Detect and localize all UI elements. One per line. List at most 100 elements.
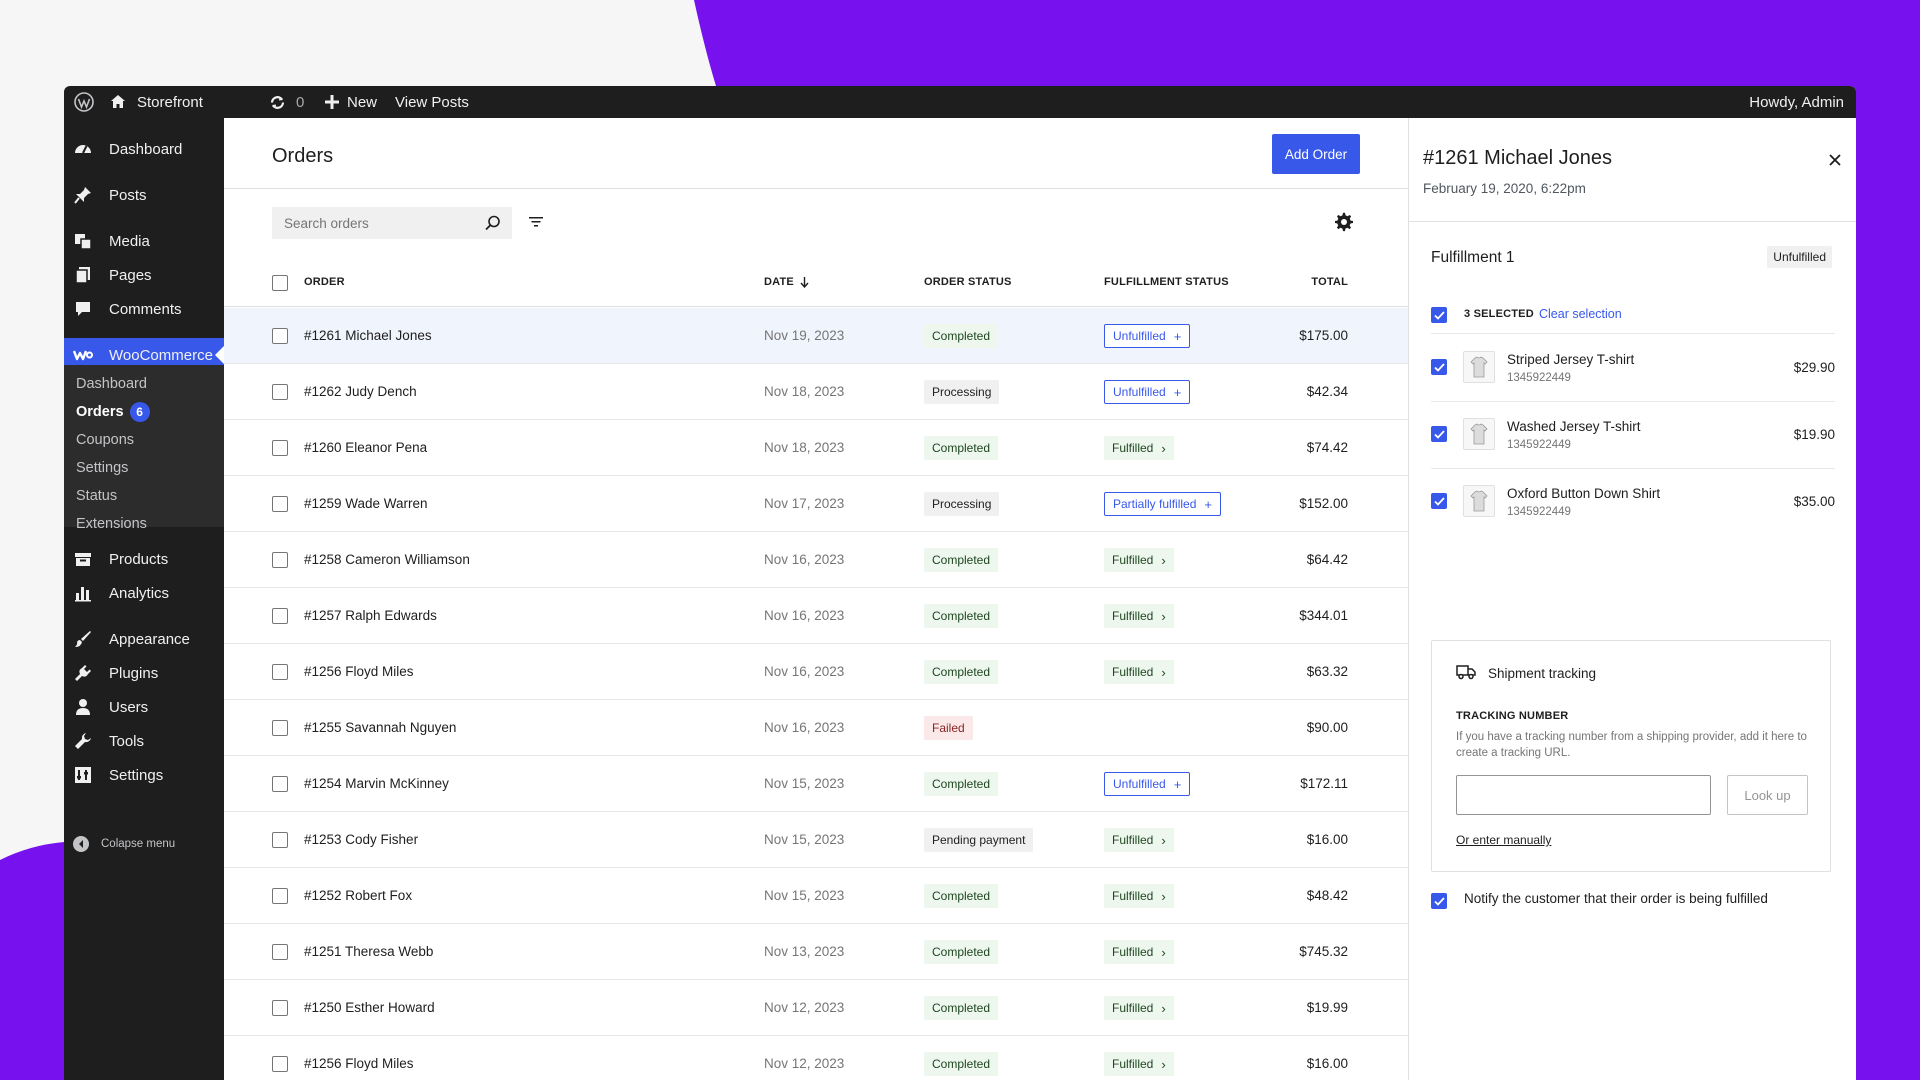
order-name[interactable]: #1262 Judy Dench bbox=[304, 384, 417, 399]
fulfillment-status-button[interactable]: Fulfilled › bbox=[1104, 604, 1174, 628]
order-name[interactable]: #1255 Savannah Nguyen bbox=[304, 720, 456, 735]
submenu-settings[interactable]: Settings bbox=[76, 457, 128, 479]
menu-plugins[interactable]: Plugins bbox=[64, 656, 224, 690]
fulfillment-status-button[interactable]: Fulfilled › bbox=[1104, 548, 1174, 572]
submenu-dashboard[interactable]: Dashboard bbox=[76, 373, 147, 395]
menu-products[interactable]: Products bbox=[64, 542, 224, 576]
row-checkbox[interactable] bbox=[272, 496, 288, 512]
col-fulfillment-status[interactable]: FULFILLMENT STATUS bbox=[1104, 276, 1229, 288]
table-row[interactable]: #1259 Wade Warren Nov 17, 2023 Processing P… bbox=[224, 476, 1408, 532]
fulfillment-status-button[interactable]: Fulfilled › bbox=[1104, 996, 1174, 1020]
row-checkbox[interactable] bbox=[272, 440, 288, 456]
submenu-status[interactable]: Status bbox=[76, 485, 117, 507]
filter-icon[interactable] bbox=[528, 214, 544, 230]
order-name[interactable]: #1260 Eleanor Pena bbox=[304, 440, 427, 455]
menu-analytics[interactable]: Analytics bbox=[64, 576, 224, 610]
fulfillment-status-button[interactable]: Partially fulfilled + bbox=[1104, 492, 1221, 516]
menu-posts[interactable]: Posts bbox=[64, 178, 224, 212]
fulfillment-status-button[interactable]: Fulfilled › bbox=[1104, 1052, 1174, 1076]
fulfillment-status-button[interactable]: Unfulfilled + bbox=[1104, 324, 1191, 348]
order-name[interactable]: #1253 Cody Fisher bbox=[304, 832, 418, 847]
table-row[interactable]: #1252 Robert Fox Nov 15, 2023 Completed Ful… bbox=[224, 868, 1408, 924]
fulfillment-status-button[interactable]: Fulfilled › bbox=[1104, 660, 1174, 684]
menu-pages[interactable]: Pages bbox=[64, 258, 224, 292]
row-checkbox[interactable] bbox=[272, 1056, 288, 1072]
menu-settings[interactable]: Settings bbox=[64, 758, 224, 792]
fulfillment-status-button[interactable]: Fulfilled › bbox=[1104, 940, 1174, 964]
fulfillment-status-button[interactable]: Fulfilled › bbox=[1104, 436, 1174, 460]
table-row[interactable]: #1258 Cameron Williamson Nov 16, 2023 Comp… bbox=[224, 532, 1408, 588]
account-menu[interactable]: Howdy, Admin bbox=[1749, 86, 1844, 118]
notify-customer-checkbox[interactable] bbox=[1431, 893, 1447, 909]
fulfillment-status-button[interactable]: Unfulfilled + bbox=[1104, 380, 1191, 404]
col-order[interactable]: ORDER bbox=[304, 276, 345, 288]
submenu-coupons[interactable]: Coupons bbox=[76, 429, 134, 451]
row-checkbox[interactable] bbox=[272, 664, 288, 680]
gear-icon[interactable] bbox=[1334, 212, 1354, 232]
wordpress-logo-icon[interactable] bbox=[74, 92, 94, 112]
site-link[interactable]: Storefront bbox=[109, 86, 203, 118]
table-row[interactable]: #1255 Savannah Nguyen Nov 16, 2023 Failed $… bbox=[224, 700, 1408, 756]
search-icon[interactable] bbox=[484, 214, 502, 232]
menu-users[interactable]: Users bbox=[64, 690, 224, 724]
order-name[interactable]: #1257 Ralph Edwards bbox=[304, 608, 437, 623]
order-name[interactable]: #1258 Cameron Williamson bbox=[304, 552, 470, 567]
col-date[interactable]: DATE bbox=[764, 276, 809, 288]
fulfillment-status-button[interactable]: Fulfilled › bbox=[1104, 828, 1174, 852]
new-content-link[interactable]: New bbox=[325, 86, 377, 118]
table-row[interactable]: #1251 Theresa Webb Nov 13, 2023 Completed F… bbox=[224, 924, 1408, 980]
clear-selection-link[interactable]: Clear selection bbox=[1539, 307, 1622, 321]
select-all-checkbox[interactable] bbox=[272, 275, 288, 291]
row-checkbox[interactable] bbox=[272, 944, 288, 960]
menu-comments[interactable]: Comments bbox=[64, 292, 224, 326]
order-name[interactable]: #1251 Theresa Webb bbox=[304, 944, 433, 959]
updates-link[interactable]: 0 bbox=[269, 86, 304, 118]
row-checkbox[interactable] bbox=[272, 832, 288, 848]
submenu-extensions[interactable]: Extensions bbox=[76, 513, 147, 535]
enter-manually-link[interactable]: Or enter manually bbox=[1456, 833, 1551, 847]
table-row[interactable]: #1262 Judy Dench Nov 18, 2023 Processing Un… bbox=[224, 364, 1408, 420]
select-all-items-checkbox[interactable] bbox=[1431, 307, 1447, 323]
view-posts-link[interactable]: View Posts bbox=[395, 86, 469, 118]
table-row[interactable]: #1256 Floyd Miles Nov 12, 2023 Completed Fu… bbox=[224, 1036, 1408, 1080]
order-name[interactable]: #1250 Esther Howard bbox=[304, 1000, 435, 1015]
menu-dashboard[interactable]: Dashboard bbox=[64, 132, 224, 166]
col-order-status[interactable]: ORDER STATUS bbox=[924, 276, 1012, 288]
menu-appearance[interactable]: Appearance bbox=[64, 622, 224, 656]
add-order-button[interactable]: Add Order bbox=[1272, 134, 1360, 174]
row-checkbox[interactable] bbox=[272, 776, 288, 792]
menu-tools[interactable]: Tools bbox=[64, 724, 224, 758]
submenu-orders[interactable]: Orders 6 bbox=[76, 401, 150, 423]
table-row[interactable]: #1256 Floyd Miles Nov 16, 2023 Completed Fu… bbox=[224, 644, 1408, 700]
col-total[interactable]: TOTAL bbox=[1311, 276, 1348, 288]
row-checkbox[interactable] bbox=[272, 608, 288, 624]
row-checkbox[interactable] bbox=[272, 552, 288, 568]
row-checkbox[interactable] bbox=[272, 720, 288, 736]
search-input[interactable] bbox=[272, 207, 472, 239]
table-row[interactable]: #1253 Cody Fisher Nov 15, 2023 Pending pay… bbox=[224, 812, 1408, 868]
table-row[interactable]: #1254 Marvin McKinney Nov 15, 2023 Complet… bbox=[224, 756, 1408, 812]
menu-media[interactable]: Media bbox=[64, 224, 224, 258]
fulfillment-status-button[interactable]: Unfulfilled + bbox=[1104, 772, 1191, 796]
look-up-button[interactable]: Look up bbox=[1727, 775, 1808, 815]
table-row[interactable]: #1261 Michael Jones Nov 19, 2023 Completed… bbox=[224, 308, 1408, 364]
order-name[interactable]: #1254 Marvin McKinney bbox=[304, 776, 449, 791]
fulfillment-status-button[interactable]: Fulfilled › bbox=[1104, 884, 1174, 908]
item-checkbox[interactable] bbox=[1431, 359, 1447, 375]
tracking-number-input[interactable] bbox=[1456, 775, 1711, 815]
row-checkbox[interactable] bbox=[272, 384, 288, 400]
row-checkbox[interactable] bbox=[272, 888, 288, 904]
table-row[interactable]: #1260 Eleanor Pena Nov 18, 2023 Completed F… bbox=[224, 420, 1408, 476]
order-name[interactable]: #1261 Michael Jones bbox=[304, 328, 432, 343]
row-checkbox[interactable] bbox=[272, 328, 288, 344]
item-checkbox[interactable] bbox=[1431, 493, 1447, 509]
order-name[interactable]: #1256 Floyd Miles bbox=[304, 664, 414, 679]
table-row[interactable]: #1250 Esther Howard Nov 12, 2023 Completed… bbox=[224, 980, 1408, 1036]
order-name[interactable]: #1259 Wade Warren bbox=[304, 496, 428, 511]
order-name[interactable]: #1256 Floyd Miles bbox=[304, 1056, 414, 1071]
collapse-menu-button[interactable]: Colapse menu bbox=[73, 836, 175, 852]
item-checkbox[interactable] bbox=[1431, 426, 1447, 442]
close-icon[interactable] bbox=[1827, 152, 1843, 168]
table-row[interactable]: #1257 Ralph Edwards Nov 16, 2023 Completed… bbox=[224, 588, 1408, 644]
row-checkbox[interactable] bbox=[272, 1000, 288, 1016]
